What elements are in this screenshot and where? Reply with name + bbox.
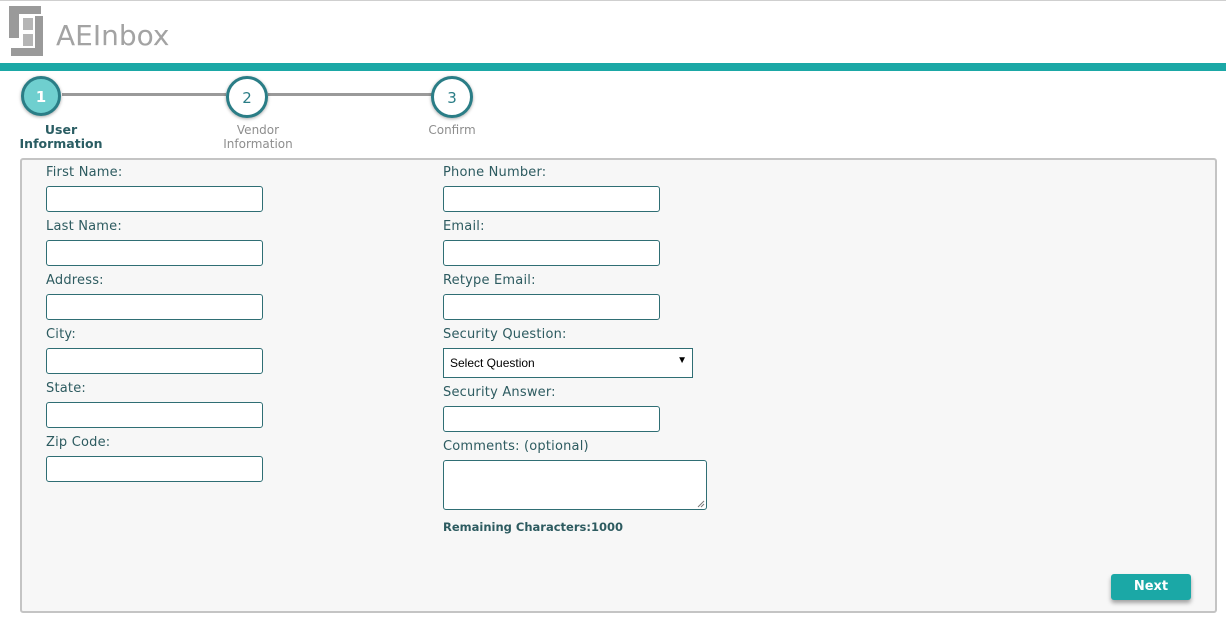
top-border (0, 0, 1226, 1)
phone-number-label: Phone Number: (443, 165, 547, 180)
last-name-input[interactable] (46, 240, 263, 266)
security-answer-label: Security Answer: (443, 385, 556, 400)
header-accent-bar (0, 63, 1226, 71)
step-1-label-line2: Information (19, 136, 103, 151)
step-3-label: Confirm (412, 123, 492, 137)
state-label: State: (46, 381, 86, 396)
comments-textarea[interactable] (443, 460, 707, 510)
step-1-number: 1 (35, 88, 47, 106)
email-label: Email: (443, 219, 485, 234)
step-2-number: 2 (242, 89, 252, 107)
user-information-form (20, 158, 1217, 613)
address-label: Address: (46, 273, 104, 288)
step-2-circle[interactable]: 2 (226, 76, 268, 118)
zip-code-label: Zip Code: (46, 435, 111, 450)
city-input[interactable] (46, 348, 263, 374)
email-input[interactable] (443, 240, 660, 266)
security-answer-input[interactable] (443, 406, 660, 432)
comments-label: Comments: (optional) (443, 439, 589, 454)
remaining-characters: Remaining Characters:1000 (443, 520, 623, 534)
step-2-label-line1: Vendor (236, 123, 280, 137)
page: AEInbox 1 2 3 User Information Vendor In… (0, 0, 1226, 622)
zip-code-input[interactable] (46, 456, 263, 482)
security-question-selected: Select Question (450, 356, 535, 370)
security-question-label: Security Question: (443, 327, 567, 342)
step-1-circle[interactable]: 1 (21, 76, 61, 116)
first-name-label: First Name: (46, 165, 123, 180)
retype-email-label: Retype Email: (443, 273, 536, 288)
aeinbox-logo-icon (9, 6, 43, 56)
dropdown-arrow-icon: ▼ (677, 355, 687, 366)
step-1-label: User Information (12, 123, 110, 151)
last-name-label: Last Name: (46, 219, 122, 234)
step-3-circle[interactable]: 3 (431, 76, 473, 118)
step-3-label-line1: Confirm (428, 123, 476, 137)
step-2-label-line2: Information (223, 137, 293, 151)
step-3-number: 3 (447, 89, 457, 107)
address-input[interactable] (46, 294, 263, 320)
security-question-select[interactable]: Select Question ▼ (443, 348, 693, 378)
city-label: City: (46, 327, 76, 342)
step-connector-2 (268, 93, 432, 96)
next-button[interactable]: Next (1111, 574, 1191, 600)
step-2-label: Vendor Information (208, 123, 308, 151)
retype-email-input[interactable] (443, 294, 660, 320)
first-name-input[interactable] (46, 186, 263, 212)
step-1-label-line1: User (44, 122, 78, 137)
phone-number-input[interactable] (443, 186, 660, 212)
step-connector-1 (62, 93, 226, 96)
resize-grip-icon[interactable] (697, 500, 705, 508)
state-input[interactable] (46, 402, 263, 428)
brand-name: AEInbox (56, 19, 170, 52)
